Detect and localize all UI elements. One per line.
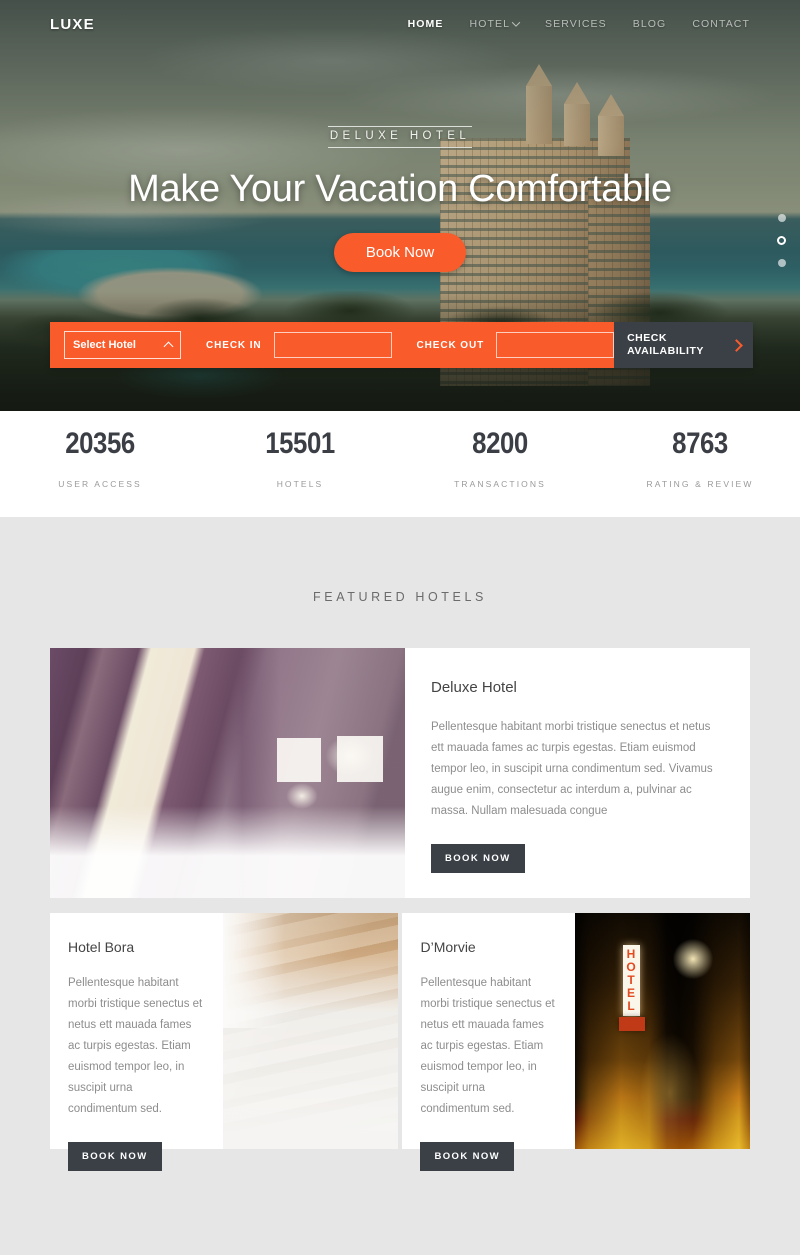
stat-user-access-label: USER ACCESS [58, 479, 142, 489]
hotel-card-bora: Hotel Bora Pellentesque habitant morbi t… [50, 913, 398, 1171]
stat-rating-review: 8763 RATING & REVIEW [600, 427, 800, 489]
hotel-card-deluxe-text: Pellentesque habitant morbi tristique se… [431, 721, 713, 817]
chevron-down-icon [511, 18, 521, 27]
nav-item-hotel[interactable]: HOTEL [469, 18, 521, 30]
hero-title: Make Your Vacation Comfortable [128, 168, 672, 210]
hotel-card-dmorvie: D’Morvie Pellentesque habitant morbi tri… [402, 913, 750, 1171]
stat-transactions-value: 8200 [472, 427, 528, 460]
booking-fields: Select Hotel CHECK IN CHECK OUT [50, 322, 615, 368]
stat-hotels-value: 15501 [265, 427, 335, 460]
nav-item-home[interactable]: HOME [408, 18, 444, 30]
hotel-card-dmorvie-body: D’Morvie Pellentesque habitant morbi tri… [402, 913, 575, 1171]
nav-item-home-label: HOME [407, 18, 444, 30]
main-navbar: LUXE HOME HOTEL SERVICES BLOG CONTACT [0, 0, 800, 48]
stats-section: 20356 USER ACCESS 15501 HOTELS 8200 TRAN… [0, 411, 800, 517]
brand-logo[interactable]: LUXE [50, 16, 95, 33]
hotel-card-dmorvie-book-button[interactable]: BOOK NOW [420, 1142, 515, 1171]
hotel-card-bora-title: Hotel Bora [68, 939, 135, 955]
hero-content: DELUXE HOTEL Make Your Vacation Comforta… [0, 126, 800, 272]
hero-eyebrow: DELUXE HOTEL [327, 126, 473, 148]
hotel-card-deluxe: Deluxe Hotel Pellentesque habitant morbi… [50, 648, 750, 898]
hotel-select-value: Select Hotel [73, 339, 136, 351]
nav-links: HOME HOTEL SERVICES BLOG CONTACT [408, 18, 750, 30]
booking-search-bar: Select Hotel CHECK IN CHECK OUT CHECK AV… [50, 322, 753, 368]
hotel-cards: Deluxe Hotel Pellentesque habitant morbi… [0, 604, 800, 1171]
hotel-card-row-secondary: Hotel Bora Pellentesque habitant morbi t… [50, 913, 750, 1171]
nav-item-services[interactable]: SERVICES [545, 18, 607, 30]
stat-hotels-label: HOTELS [276, 479, 324, 489]
hero-section: LUXE HOME HOTEL SERVICES BLOG CONTACT DE… [0, 0, 800, 411]
stat-user-access: 20356 USER ACCESS [0, 427, 200, 489]
nav-item-hotel-label: HOTEL [469, 18, 511, 30]
hotel-card-bora-body: Hotel Bora Pellentesque habitant morbi t… [50, 913, 223, 1171]
nav-item-blog[interactable]: BLOG [633, 18, 667, 30]
checkin-label: CHECK IN [206, 339, 262, 351]
hotel-card-bora-text: Pellentesque habitant morbi tristique se… [68, 977, 203, 1115]
hero-slider-dots [777, 214, 786, 267]
featured-hotels-heading: FEATURED HOTELS [313, 590, 487, 604]
hotel-select[interactable]: Select Hotel [64, 331, 181, 359]
hotel-card-deluxe-image [50, 648, 405, 898]
hotel-card-deluxe-title: Deluxe Hotel [431, 679, 517, 696]
nav-item-blog-label: BLOG [632, 18, 667, 30]
stat-transactions: 8200 TRANSACTIONS [400, 427, 600, 489]
featured-hotels-section: FEATURED HOTELS Deluxe Hotel Pellentesqu… [0, 517, 800, 1171]
hotel-card-bora-image [222, 913, 398, 1149]
check-availability-line2: AVAILABILITY [627, 345, 704, 357]
nav-item-contact-label: CONTACT [692, 18, 750, 30]
checkin-input[interactable] [273, 332, 392, 358]
stat-rating-review-label: RATING & REVIEW [646, 479, 754, 489]
hotel-card-deluxe-book-button[interactable]: BOOK NOW [431, 844, 525, 873]
hotel-card-bora-book-button[interactable]: BOOK NOW [68, 1142, 162, 1171]
check-availability-line1: CHECK [627, 332, 667, 344]
stat-transactions-label: TRANSACTIONS [454, 479, 546, 489]
check-availability-button[interactable]: CHECK AVAILABILITY [614, 322, 753, 368]
stat-hotels: 15501 HOTELS [200, 427, 400, 489]
checkout-input[interactable] [496, 332, 615, 358]
check-availability-label: CHECK AVAILABILITY [627, 332, 704, 358]
chevron-right-icon [730, 338, 743, 352]
slider-dot-3[interactable] [777, 259, 786, 267]
hotel-card-dmorvie-text: Pellentesque habitant morbi tristique se… [420, 977, 555, 1115]
hotel-card-dmorvie-title: D’Morvie [420, 939, 476, 955]
hero-book-now-button[interactable]: Book Now [333, 233, 467, 272]
nav-item-contact[interactable]: CONTACT [692, 18, 750, 30]
stat-user-access-value: 20356 [65, 427, 135, 460]
hotel-card-dmorvie-image [575, 913, 750, 1149]
nav-item-services-label: SERVICES [545, 18, 607, 30]
slider-dot-1[interactable] [777, 214, 786, 222]
hotel-card-deluxe-body: Deluxe Hotel Pellentesque habitant morbi… [405, 648, 750, 898]
slider-dot-2[interactable] [777, 236, 786, 245]
checkout-label: CHECK OUT [416, 339, 485, 351]
chevron-up-icon [163, 341, 174, 352]
stat-rating-review-value: 8763 [672, 427, 728, 460]
